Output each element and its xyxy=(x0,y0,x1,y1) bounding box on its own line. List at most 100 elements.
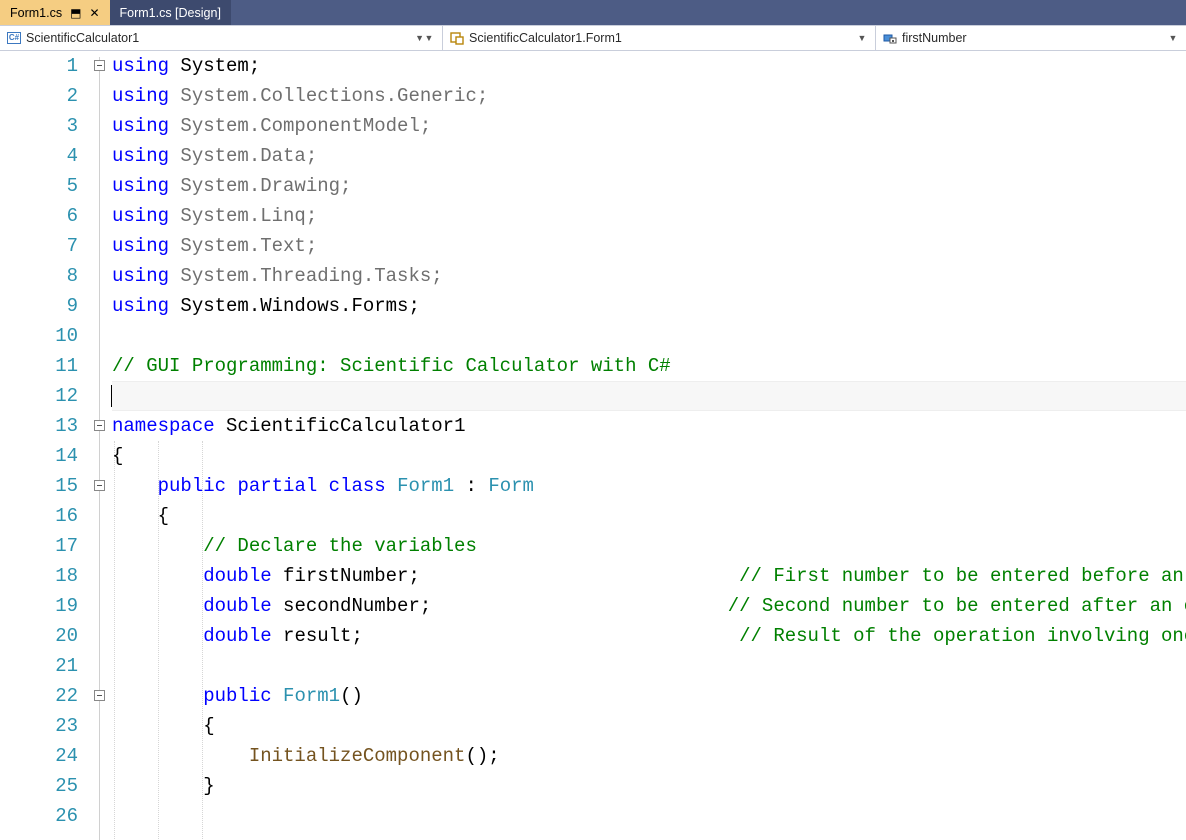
token-id xyxy=(112,745,249,767)
tab-form1-design[interactable]: Form1.cs [Design] xyxy=(110,0,231,25)
line-number: 4 xyxy=(0,141,78,171)
project-selector-text: ScientificCalculator1 xyxy=(26,31,422,45)
token-dim: System.Collections.Generic; xyxy=(169,85,488,107)
line-number: 21 xyxy=(0,651,78,681)
token-kw: using xyxy=(112,295,169,317)
token-id xyxy=(226,475,237,497)
token-id xyxy=(112,625,203,647)
code-line[interactable]: using System.Text; xyxy=(112,231,1186,261)
close-icon[interactable]: ✕ xyxy=(89,6,99,20)
token-kw: using xyxy=(112,85,169,107)
tab-form1-cs[interactable]: Form1.cs ⬒ ✕ xyxy=(0,0,110,25)
code-editor[interactable]: 1234567891011121314151617181920212223242… xyxy=(0,51,1186,840)
token-dim: System.Text; xyxy=(169,235,317,257)
token-kw: using xyxy=(112,265,169,287)
code-line[interactable]: // GUI Programming: Scientific Calculato… xyxy=(112,351,1186,381)
token-id xyxy=(112,535,203,557)
line-number: 16 xyxy=(0,501,78,531)
token-kw: using xyxy=(112,175,169,197)
line-number: 11 xyxy=(0,351,78,381)
token-kw: using xyxy=(112,145,169,167)
token-dim: System.ComponentModel; xyxy=(169,115,431,137)
code-line[interactable]: { xyxy=(112,441,1186,471)
line-number: 5 xyxy=(0,171,78,201)
csharp-icon: C# xyxy=(6,30,22,46)
code-line[interactable]: using System; xyxy=(112,51,1186,81)
line-number: 23 xyxy=(0,711,78,741)
code-area[interactable]: using System;using System.Collections.Ge… xyxy=(112,51,1186,840)
chevron-down-icon[interactable]: ▼ xyxy=(415,33,424,43)
line-number: 10 xyxy=(0,321,78,351)
token-id xyxy=(112,595,203,617)
token-dim: System.Data; xyxy=(169,145,317,167)
code-line[interactable]: double secondNumber; // Second number to… xyxy=(112,591,1186,621)
code-line[interactable]: using System.Data; xyxy=(112,141,1186,171)
token-cmt: // Declare the variables xyxy=(203,535,477,557)
token-id xyxy=(386,475,397,497)
code-line[interactable]: public partial class Form1 : Form xyxy=(112,471,1186,501)
token-kw: double xyxy=(203,595,271,617)
code-line[interactable] xyxy=(112,651,1186,681)
token-kw: partial xyxy=(237,475,317,497)
code-line[interactable]: public Form1() xyxy=(112,681,1186,711)
line-number: 2 xyxy=(0,81,78,111)
token-cmt: // GUI Programming: Scientific Calculato… xyxy=(112,355,671,377)
line-number: 19 xyxy=(0,591,78,621)
project-selector[interactable]: C# ScientificCalculator1 ▼ ▼ xyxy=(0,26,443,50)
token-kw: class xyxy=(329,475,386,497)
token-id: secondNumber; xyxy=(272,595,728,617)
line-number: 7 xyxy=(0,231,78,261)
token-dim: System.Linq; xyxy=(169,205,317,227)
chevron-down-icon[interactable]: ▼ xyxy=(1166,33,1180,43)
token-id xyxy=(112,565,203,587)
line-number: 24 xyxy=(0,741,78,771)
token-kw: using xyxy=(112,205,169,227)
line-number: 20 xyxy=(0,621,78,651)
token-kw: double xyxy=(203,565,271,587)
code-line[interactable]: using System.Drawing; xyxy=(112,171,1186,201)
member-selector[interactable]: firstNumber ▼ xyxy=(876,26,1186,50)
token-id: { xyxy=(112,715,215,737)
code-line[interactable]: using System.Collections.Generic; xyxy=(112,81,1186,111)
pin-icon[interactable]: ⬒ xyxy=(70,6,81,20)
chevron-down-icon[interactable]: ▼ xyxy=(855,33,869,43)
code-line[interactable]: using System.Linq; xyxy=(112,201,1186,231)
tab-label: Form1.cs xyxy=(10,6,62,20)
fold-toggle[interactable] xyxy=(94,480,105,491)
outline-margin[interactable] xyxy=(88,51,112,840)
token-id: { xyxy=(112,505,169,527)
code-line[interactable]: { xyxy=(112,501,1186,531)
token-id: () xyxy=(340,685,363,707)
code-line[interactable]: using System.Windows.Forms; xyxy=(112,291,1186,321)
code-line[interactable]: double firstNumber; // First number to b… xyxy=(112,561,1186,591)
code-line[interactable]: namespace ScientificCalculator1 xyxy=(112,411,1186,441)
token-id: } xyxy=(112,775,215,797)
type-selector[interactable]: ScientificCalculator1.Form1 ▼ xyxy=(443,26,876,50)
code-line[interactable] xyxy=(112,801,1186,831)
token-typ: Form xyxy=(488,475,534,497)
code-line[interactable]: using System.ComponentModel; xyxy=(112,111,1186,141)
code-line[interactable]: } xyxy=(112,771,1186,801)
code-line[interactable] xyxy=(112,321,1186,351)
code-line[interactable]: using System.Threading.Tasks; xyxy=(112,261,1186,291)
chevron-down-icon[interactable]: ▼ xyxy=(422,33,436,43)
tab-label: Form1.cs [Design] xyxy=(120,6,221,20)
type-selector-text: ScientificCalculator1.Form1 xyxy=(469,31,855,45)
token-kw: using xyxy=(112,115,169,137)
token-kw: double xyxy=(203,625,271,647)
class-icon xyxy=(449,30,465,46)
code-line[interactable]: double result; // Result of the operatio… xyxy=(112,621,1186,651)
token-dim: System.Drawing; xyxy=(169,175,351,197)
token-id xyxy=(112,685,203,707)
code-line[interactable] xyxy=(112,381,1186,411)
fold-toggle[interactable] xyxy=(94,420,105,431)
token-id: (); xyxy=(465,745,499,767)
field-icon xyxy=(882,30,898,46)
token-cmt: // Result of the operation involving one… xyxy=(739,625,1186,647)
fold-toggle[interactable] xyxy=(94,60,105,71)
fold-toggle[interactable] xyxy=(94,690,105,701)
line-number-gutter: 1234567891011121314151617181920212223242… xyxy=(0,51,88,840)
code-line[interactable]: { xyxy=(112,711,1186,741)
code-line[interactable]: InitializeComponent(); xyxy=(112,741,1186,771)
code-line[interactable]: // Declare the variables xyxy=(112,531,1186,561)
